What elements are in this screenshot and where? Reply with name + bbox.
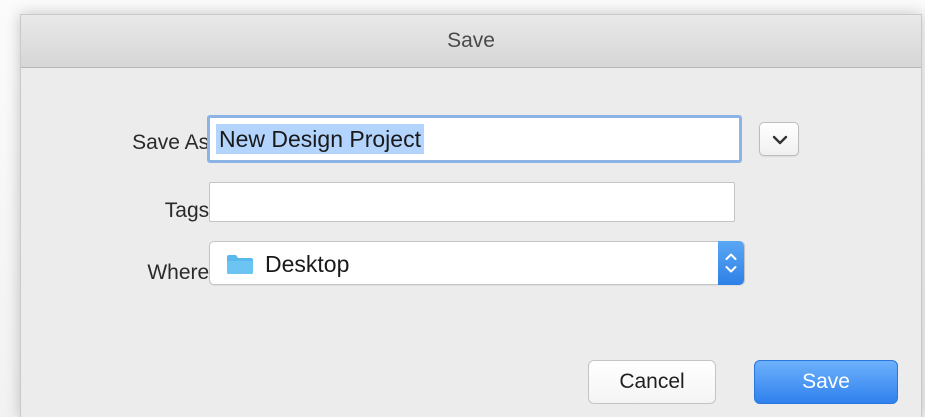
- save-dialog: Save Save As: New Design Project Tags: W…: [20, 14, 922, 417]
- save-as-value: New Design Project: [216, 124, 424, 154]
- folder-icon: [227, 255, 253, 274]
- where-value: Desktop: [265, 251, 350, 277]
- up-down-chevron-icon: [725, 253, 737, 273]
- dialog-title: Save: [21, 15, 921, 68]
- screen: Save Save As: New Design Project Tags: W…: [0, 0, 925, 417]
- chevron-down-icon: [772, 135, 788, 145]
- where-label: Where:: [147, 261, 215, 284]
- cancel-button[interactable]: Cancel: [588, 360, 716, 404]
- tags-label: Tags:: [164, 199, 215, 222]
- save-as-field[interactable]: New Design Project: [207, 115, 742, 163]
- expand-dialog-button[interactable]: [759, 122, 799, 156]
- where-stepper[interactable]: [718, 241, 744, 285]
- save-as-label: Save As:: [132, 131, 215, 154]
- tags-field[interactable]: [209, 182, 735, 222]
- where-popup[interactable]: Desktop: [209, 241, 745, 285]
- save-button[interactable]: Save: [754, 360, 898, 404]
